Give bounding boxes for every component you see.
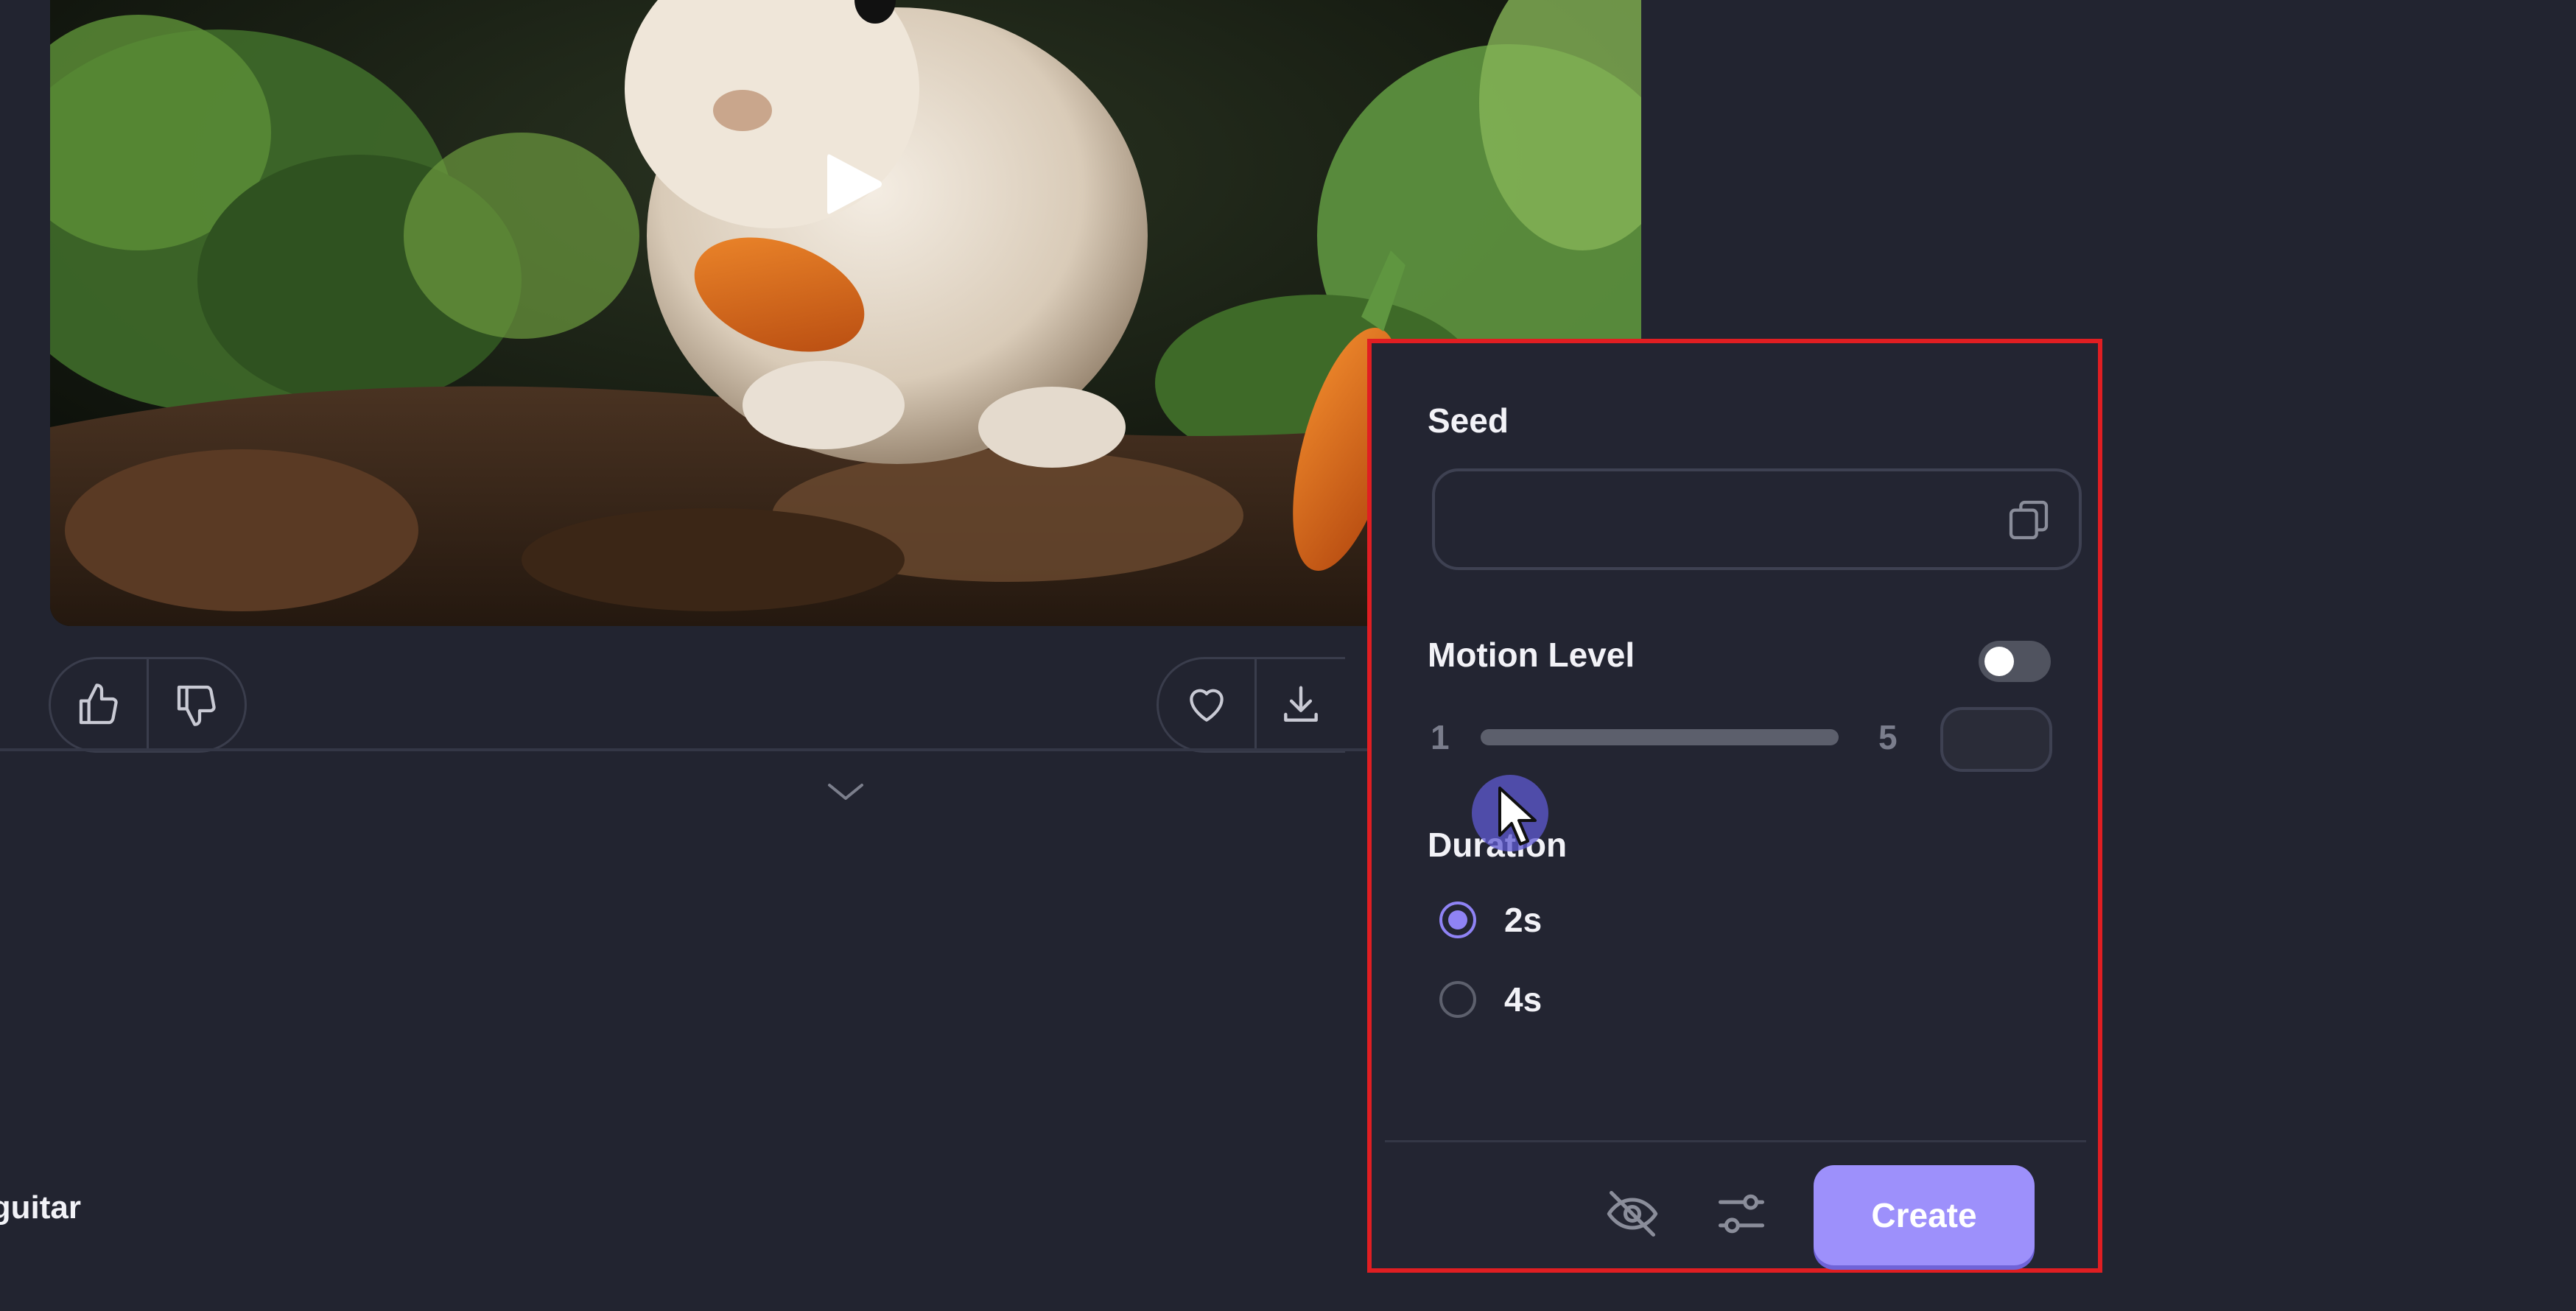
save-actions xyxy=(1157,657,1345,753)
duration-option-label: 2s xyxy=(1504,901,1543,939)
thumbs-down-button[interactable] xyxy=(149,659,245,751)
toggle-knob xyxy=(1984,647,2014,676)
create-button[interactable]: Create xyxy=(1814,1165,2035,1265)
motion-range-max: 5 xyxy=(1878,718,1898,756)
radio-unselected[interactable] xyxy=(1439,981,1476,1018)
play-icon xyxy=(827,154,882,214)
motion-level-value-input[interactable] xyxy=(1940,707,2052,772)
seed-field[interactable] xyxy=(1432,468,2082,570)
card-separator xyxy=(0,748,1370,751)
eye-off-icon[interactable] xyxy=(1604,1186,1660,1242)
thumbs-down-icon xyxy=(177,685,216,726)
play-button[interactable] xyxy=(816,147,890,221)
seed-label: Seed xyxy=(1428,401,1509,440)
download-icon xyxy=(1284,686,1318,722)
duration-option-2s[interactable]: 2s xyxy=(1439,900,1542,940)
chevron-down-icon[interactable] xyxy=(827,781,865,803)
prompt-snippet: guitar xyxy=(0,1189,81,1226)
thumbs-up-button[interactable] xyxy=(51,659,147,751)
motion-level-slider[interactable] xyxy=(1481,729,1839,745)
duration-option-label: 4s xyxy=(1504,980,1543,1019)
motion-level-toggle[interactable] xyxy=(1979,641,2051,682)
favorite-button[interactable] xyxy=(1159,659,1254,751)
download-button[interactable] xyxy=(1257,659,1345,751)
panel-footer-separator xyxy=(1385,1140,2086,1142)
duration-option-4s[interactable]: 4s xyxy=(1439,980,1542,1019)
seed-input[interactable] xyxy=(1457,471,1976,569)
mouse-pointer-icon xyxy=(1498,787,1537,846)
sliders-icon[interactable] xyxy=(1713,1186,1769,1242)
feedback-actions xyxy=(49,657,247,753)
thumbs-up-icon xyxy=(79,683,118,725)
motion-range-min: 1 xyxy=(1431,718,1450,756)
radio-selected[interactable] xyxy=(1439,901,1476,938)
heart-icon xyxy=(1190,689,1224,722)
copy-icon[interactable] xyxy=(2005,496,2052,544)
motion-level-label: Motion Level xyxy=(1428,636,1635,674)
